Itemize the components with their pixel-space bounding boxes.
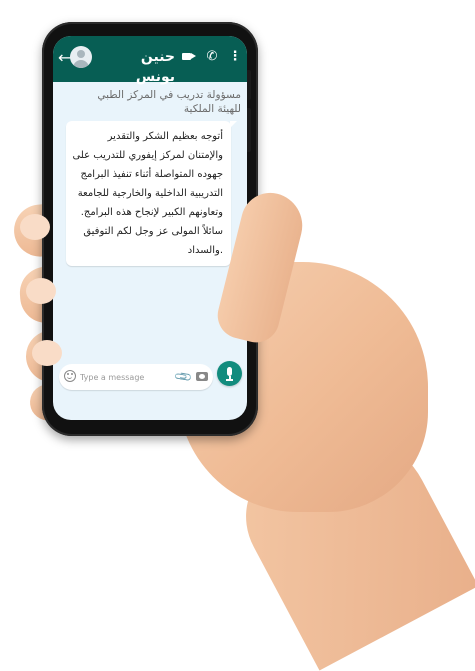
- fingernail: [32, 340, 62, 366]
- message-line: سائلاً المولى عز وجل لكم التوفيق: [83, 226, 223, 237]
- phone-screen: ← حنين يونس ✆ ⋮ مسؤولة تدريب في المركز ا…: [53, 36, 247, 420]
- message-bubble: أتوجه بعظيم الشكر والتقدير والإمتنان لمر…: [66, 121, 237, 266]
- emoji-icon[interactable]: [64, 370, 76, 382]
- message-line: .والسداد: [187, 245, 223, 256]
- phone-call-icon[interactable]: ✆: [203, 47, 221, 67]
- camera-icon[interactable]: [196, 372, 208, 381]
- message-line: وتعاونهم الكبير لإنجاح هذه البرامج.: [80, 207, 223, 218]
- video-call-icon[interactable]: [177, 47, 196, 67]
- more-options-icon[interactable]: ⋮: [226, 47, 244, 67]
- mic-icon: [227, 367, 232, 376]
- contact-name[interactable]: حنين يونس: [97, 47, 175, 87]
- attach-icon[interactable]: 📎: [173, 366, 195, 388]
- message-line: أتوجه بعظيم الشكر والتقدير: [107, 131, 223, 142]
- chat-header: ← حنين يونس ✆ ⋮: [53, 36, 247, 85]
- mic-button[interactable]: [217, 361, 242, 386]
- avatar[interactable]: [70, 46, 92, 68]
- avatar-body-icon: [73, 60, 89, 68]
- status-line: مسؤولة تدريب في المركز الطبي: [97, 89, 241, 101]
- contact-status: مسؤولة تدريب في المركز الطبي للهيئة المل…: [61, 88, 241, 116]
- message-composer: 📎: [59, 364, 213, 390]
- status-line: للهيئة الملكية: [183, 103, 241, 115]
- message-line: التدريبية الداخلية والخارجية للجامعة: [77, 188, 223, 199]
- avatar-head-icon: [77, 50, 85, 58]
- fingernail: [20, 214, 50, 240]
- message-line: جهوده المتواصلة أثناء تنفيذ البرامج: [80, 169, 224, 180]
- fingernail: [26, 278, 56, 304]
- message-input[interactable]: [80, 368, 170, 386]
- message-line: والإمتنان لمركز إيفوري للتدريب على: [72, 150, 223, 161]
